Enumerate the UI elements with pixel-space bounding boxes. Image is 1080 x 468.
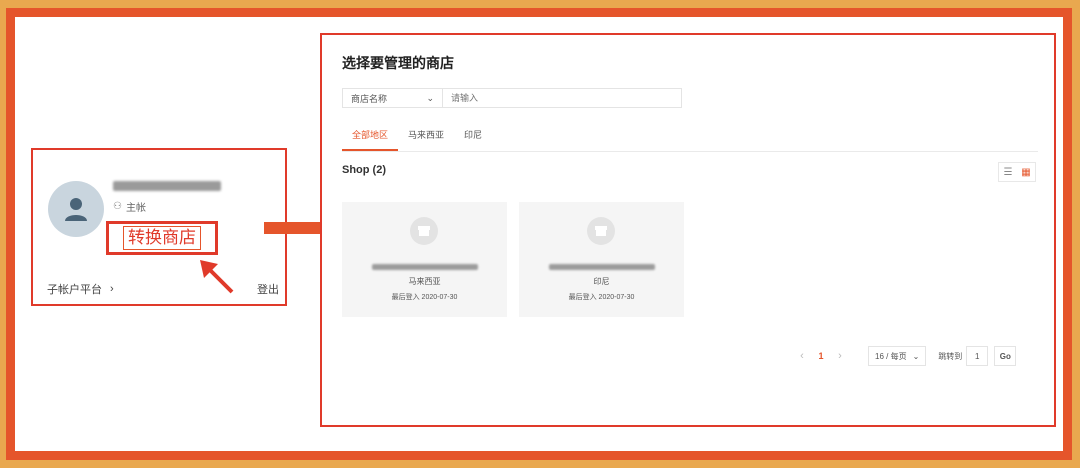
next-page-icon[interactable]: › xyxy=(830,350,850,362)
prev-page-icon[interactable]: ‹ xyxy=(792,350,812,362)
chevron-down-icon: ⌄ xyxy=(912,351,920,361)
shop-count: Shop (2) xyxy=(342,164,386,176)
sub-account-link[interactable]: 子帐户平台 › xyxy=(47,281,114,297)
region-tabs: 全部地区 马来西亚 印尼 xyxy=(342,128,492,151)
page-size-label: 16 / 每页 xyxy=(875,351,907,361)
switch-shop-button[interactable]: 转换商店 xyxy=(106,221,218,255)
sub-account-label: 子帐户平台 xyxy=(47,284,102,296)
jump-page-input[interactable]: 1 xyxy=(966,346,989,366)
jump-label: 跳转到 xyxy=(938,351,963,361)
chevron-right-icon: › xyxy=(110,283,114,295)
page-size-select[interactable]: 16 / 每页 ⌄ xyxy=(868,346,927,366)
list-view-icon[interactable]: ☰ xyxy=(999,163,1017,181)
shop-last-login: 最后登入 2020-07-30 xyxy=(568,294,635,301)
go-button[interactable]: Go xyxy=(994,346,1017,366)
account-role: ⚇ 主帐 xyxy=(113,199,146,214)
account-card: ylsbenptlmy ⚇ 主帐 转换商店 子帐户平台 › 登出 xyxy=(31,148,287,306)
role-label: 主帐 xyxy=(125,203,146,214)
search-bar: 商店名称 ⌄ xyxy=(342,88,682,108)
person-icon: ⚇ xyxy=(113,201,122,212)
shop-region: 马来西亚 xyxy=(408,277,441,286)
search-input[interactable] xyxy=(443,89,681,107)
logout-link[interactable]: 登出 xyxy=(257,281,279,297)
shop-card[interactable]: 马来西亚 最后登入 2020-07-30 xyxy=(342,202,507,317)
shop-name-redacted xyxy=(372,264,478,270)
shop-selector-panel: 选择要管理的商店 商店名称 ⌄ 全部地区 马来西亚 印尼 Shop (2) ☰ … xyxy=(320,33,1056,427)
shop-region: 印尼 xyxy=(593,277,610,286)
user-icon xyxy=(65,198,87,221)
tabs-divider xyxy=(342,151,1038,152)
search-field-select[interactable]: 商店名称 ⌄ xyxy=(343,89,443,107)
search-field-label: 商店名称 xyxy=(351,93,388,104)
store-icon xyxy=(410,217,438,245)
tab-malaysia[interactable]: 马来西亚 xyxy=(398,128,454,151)
page-title: 选择要管理的商店 xyxy=(342,55,454,71)
username: ylsbenptlmy xyxy=(113,181,221,191)
switch-shop-label: 转换商店 xyxy=(123,226,201,250)
chevron-down-icon: ⌄ xyxy=(426,92,434,103)
shop-card[interactable]: 印尼 最后登入 2020-07-30 xyxy=(519,202,684,317)
arrow-up-left-icon xyxy=(200,260,234,294)
tab-indonesia[interactable]: 印尼 xyxy=(454,128,492,151)
shop-name-redacted xyxy=(549,264,655,270)
pagination: ‹ 1 › 16 / 每页 ⌄ 跳转到 1 Go xyxy=(792,346,1017,366)
shop-last-login: 最后登入 2020-07-30 xyxy=(391,294,458,301)
grid-view-icon[interactable]: ▦ xyxy=(1017,163,1035,181)
avatar xyxy=(48,181,104,237)
store-icon xyxy=(587,217,615,245)
page-number[interactable]: 1 xyxy=(812,351,830,361)
view-toggle: ☰ ▦ xyxy=(998,162,1036,182)
tab-all-regions[interactable]: 全部地区 xyxy=(342,128,399,151)
